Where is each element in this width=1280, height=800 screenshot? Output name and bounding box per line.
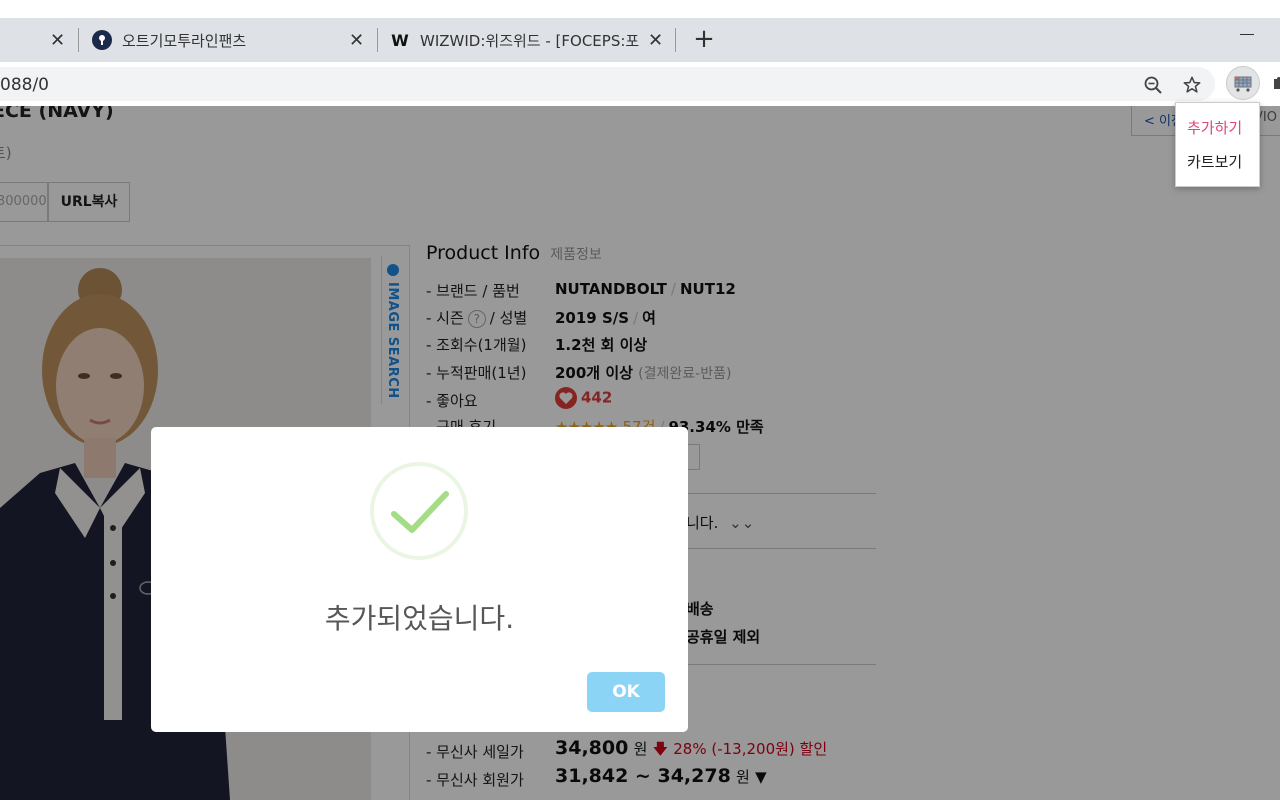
new-tab-button[interactable]: + bbox=[692, 26, 716, 54]
view-cart-menu-item[interactable]: 카트보기 bbox=[1187, 151, 1242, 172]
tab-bar: ✕ 오트기모투라인팬츠 ✕ W WIZWID:위즈위드 - [FOCEPS:포 … bbox=[0, 18, 1280, 62]
window-top-strip bbox=[0, 0, 1280, 18]
close-tab-icon[interactable]: ✕ bbox=[648, 30, 663, 51]
pin-favicon-icon bbox=[92, 30, 112, 50]
zoom-out-icon[interactable] bbox=[1144, 76, 1162, 94]
cart-extension-button[interactable] bbox=[1226, 66, 1260, 100]
cart-extension-icon bbox=[1234, 76, 1252, 92]
extension-popup-menu: 추가하기 카트보기 bbox=[1175, 102, 1260, 187]
close-tab-icon[interactable]: ✕ bbox=[50, 30, 65, 51]
tab-separator bbox=[675, 28, 676, 52]
minimize-window-icon[interactable] bbox=[1240, 34, 1254, 35]
omnibox[interactable]: 088/0 bbox=[0, 67, 1215, 101]
add-to-cart-menu-item[interactable]: 추가하기 bbox=[1187, 117, 1242, 138]
bookmark-star-icon[interactable] bbox=[1183, 76, 1201, 94]
tab-separator bbox=[377, 28, 378, 52]
tab-2[interactable]: 오트기모투라인팬츠 ✕ bbox=[92, 18, 377, 62]
wizwid-favicon-icon: W bbox=[391, 30, 409, 50]
tab-1[interactable]: ✕ bbox=[0, 18, 78, 62]
tab-title: WIZWID:위즈위드 - [FOCEPS:포 bbox=[420, 31, 640, 50]
url-text[interactable]: 088/0 bbox=[0, 75, 49, 95]
success-check-icon bbox=[370, 462, 468, 560]
alert-title: 추가되었습니다. bbox=[324, 602, 515, 635]
tab-3[interactable]: W WIZWID:위즈위드 - [FOCEPS:포 ✕ bbox=[390, 18, 675, 62]
success-alert-dialog: 추가되었습니다. OK bbox=[151, 427, 688, 732]
address-bar: 088/0 bbox=[0, 62, 1280, 106]
tab-separator bbox=[78, 28, 79, 52]
extensions-puzzle-icon[interactable] bbox=[1272, 74, 1280, 90]
tab-title: 오트기모투라인팬츠 bbox=[122, 31, 247, 50]
close-tab-icon[interactable]: ✕ bbox=[349, 30, 364, 51]
ok-button[interactable]: OK bbox=[587, 672, 665, 712]
